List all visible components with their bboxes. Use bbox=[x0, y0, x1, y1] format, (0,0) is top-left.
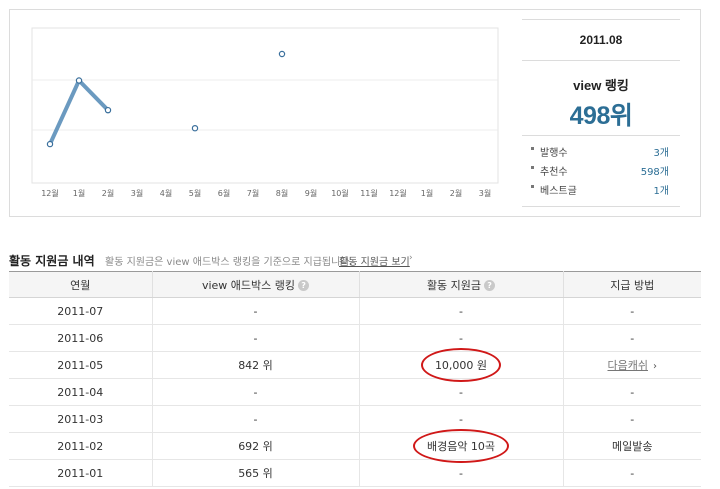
rank-label: view 랭킹 bbox=[573, 78, 629, 93]
cell-rank: 692 위 bbox=[151, 432, 359, 460]
cell-amount: - bbox=[358, 297, 563, 325]
stats-label: 베스트글 bbox=[540, 186, 577, 197]
highlighted-amount: 배경음악 10곡 bbox=[412, 429, 510, 463]
bullet-icon bbox=[531, 185, 534, 188]
chevron-right-icon: › bbox=[652, 361, 657, 372]
support-fund-table: 연월 view 애드박스 랭킹? 활동 지원금? 지급 방법 2011-07 -… bbox=[9, 271, 701, 487]
stats-row-posts: 발행수 3개 bbox=[522, 144, 680, 163]
x-tick-label: 3월 bbox=[131, 188, 143, 198]
cell-method: - bbox=[562, 378, 701, 406]
x-tick-label: 8월 bbox=[276, 188, 288, 198]
stats-row-recommends: 추천수 598개 bbox=[522, 163, 680, 182]
data-point bbox=[191, 124, 199, 132]
rank-value: 498위 bbox=[569, 102, 633, 130]
cell-amount: 10,000 원 bbox=[358, 348, 563, 382]
cell-rank: 565 위 bbox=[151, 459, 359, 487]
cell-month: 2011-03 bbox=[9, 405, 152, 433]
x-tick-label: 10월 bbox=[331, 188, 349, 198]
table-row: 2011-05 842 위 10,000 원 다음캐쉬 › bbox=[9, 348, 701, 382]
cell-month: 2011-07 bbox=[9, 297, 152, 325]
x-tick-label: 9월 bbox=[305, 188, 317, 198]
ranking-panel: 12월 1월 2월 3월 4월 5월 6월 7월 8월 9월 10월 11월 12월 1월 2월 3월 201… bbox=[9, 9, 701, 217]
stats-value: 3개 bbox=[653, 148, 669, 159]
bullet-icon bbox=[531, 166, 534, 169]
data-point bbox=[46, 140, 54, 148]
cell-rank: - bbox=[151, 405, 359, 433]
cell-rank: - bbox=[151, 378, 359, 406]
bullet-icon bbox=[531, 147, 534, 150]
ranking-chart-svg: 12월 1월 2월 3월 4월 5월 6월 7월 8월 9월 10월 11월 12월 1월 2월 3월 bbox=[31, 27, 499, 198]
column-header-rank: view 애드박스 랭킹? bbox=[151, 271, 359, 298]
table-row: 2011-01 565 위 - - bbox=[9, 459, 701, 487]
stats-value: 1개 bbox=[653, 186, 669, 197]
column-header-month: 연월 bbox=[9, 271, 152, 298]
cell-amount: - bbox=[358, 378, 563, 406]
x-tick-label: 7월 bbox=[247, 188, 259, 198]
cell-method: - bbox=[562, 459, 701, 487]
column-header-method: 지급 방법 bbox=[562, 271, 701, 298]
section-description: 활동 지원금은 view 애드박스 랭킹을 기준으로 지급됩니다. bbox=[105, 257, 353, 268]
highlighted-amount: 10,000 원 bbox=[420, 348, 502, 382]
x-tick-label: 12월 bbox=[41, 188, 59, 198]
cell-rank: 842 위 bbox=[151, 351, 359, 379]
table-row: 2011-06 - - - bbox=[9, 324, 701, 352]
table-row: 2011-07 - - - bbox=[9, 297, 701, 325]
x-tick-label: 1월 bbox=[73, 188, 85, 198]
help-icon[interactable]: ? bbox=[298, 280, 310, 291]
x-tick-label: 4월 bbox=[160, 188, 172, 198]
support-fund-header: 활동 지원금 내역 활동 지원금은 view 애드박스 랭킹을 기준으로 지급됩… bbox=[9, 252, 709, 268]
x-tick-label: 2월 bbox=[102, 188, 114, 198]
stats-label: 발행수 bbox=[540, 148, 568, 159]
help-icon[interactable]: ? bbox=[484, 280, 496, 291]
data-point bbox=[278, 50, 286, 58]
table-row: 2011-03 - - - bbox=[9, 405, 701, 433]
stats-label: 추천수 bbox=[540, 167, 568, 178]
cell-method: 다음캐쉬 › bbox=[562, 351, 701, 379]
stats-row-best: 베스트글 1개 bbox=[522, 182, 680, 201]
x-tick-label: 6월 bbox=[218, 188, 230, 198]
cell-method: 메일발송 bbox=[562, 432, 701, 460]
cell-month: 2011-01 bbox=[9, 459, 152, 487]
cell-rank: - bbox=[151, 324, 359, 352]
view-fund-link[interactable]: 활동 지원금 보기 bbox=[339, 253, 410, 268]
x-tick-label: 1월 bbox=[421, 188, 433, 198]
stats-box: 2011.08 view 랭킹 498위 발행수 3개 추천수 598개 베스트… bbox=[522, 19, 680, 207]
data-point bbox=[75, 77, 83, 84]
column-header-amount: 활동 지원금? bbox=[358, 271, 563, 298]
cell-rank: - bbox=[151, 297, 359, 325]
daum-cash-link[interactable]: 다음캐쉬 bbox=[608, 359, 648, 372]
section-title: 활동 지원금 내역 bbox=[9, 254, 95, 268]
ranking-chart: 12월 1월 2월 3월 4월 5월 6월 7월 8월 9월 10월 11월 12월 1월 2월 3월 bbox=[10, 10, 520, 216]
x-tick-label: 11월 bbox=[360, 188, 378, 198]
stats-month: 2011.08 bbox=[522, 19, 680, 61]
chevron-right-icon: › bbox=[409, 253, 413, 263]
x-tick-label: 3월 bbox=[479, 188, 491, 198]
data-point bbox=[104, 106, 112, 114]
cell-method: - bbox=[562, 297, 701, 325]
table-row: 2011-02 692 위 배경음악 10곡 메일발송 bbox=[9, 429, 701, 463]
cell-amount: 배경음악 10곡 bbox=[358, 429, 563, 463]
cell-amount: - bbox=[358, 459, 563, 487]
table-header-row: 연월 view 애드박스 랭킹? 활동 지원금? 지급 방법 bbox=[9, 271, 701, 298]
stats-value: 598개 bbox=[640, 167, 669, 178]
cell-method: - bbox=[562, 324, 701, 352]
cell-method: - bbox=[562, 405, 701, 433]
x-tick-label: 12월 bbox=[389, 188, 407, 198]
x-tick-label: 5월 bbox=[189, 188, 201, 198]
cell-month: 2011-04 bbox=[9, 378, 152, 406]
x-tick-label: 2월 bbox=[450, 188, 462, 198]
cell-month: 2011-06 bbox=[9, 324, 152, 352]
stats-list: 발행수 3개 추천수 598개 베스트글 1개 bbox=[522, 135, 680, 207]
table-row: 2011-04 - - - bbox=[9, 378, 701, 406]
cell-month: 2011-05 bbox=[9, 351, 152, 379]
cell-month: 2011-02 bbox=[9, 432, 152, 460]
